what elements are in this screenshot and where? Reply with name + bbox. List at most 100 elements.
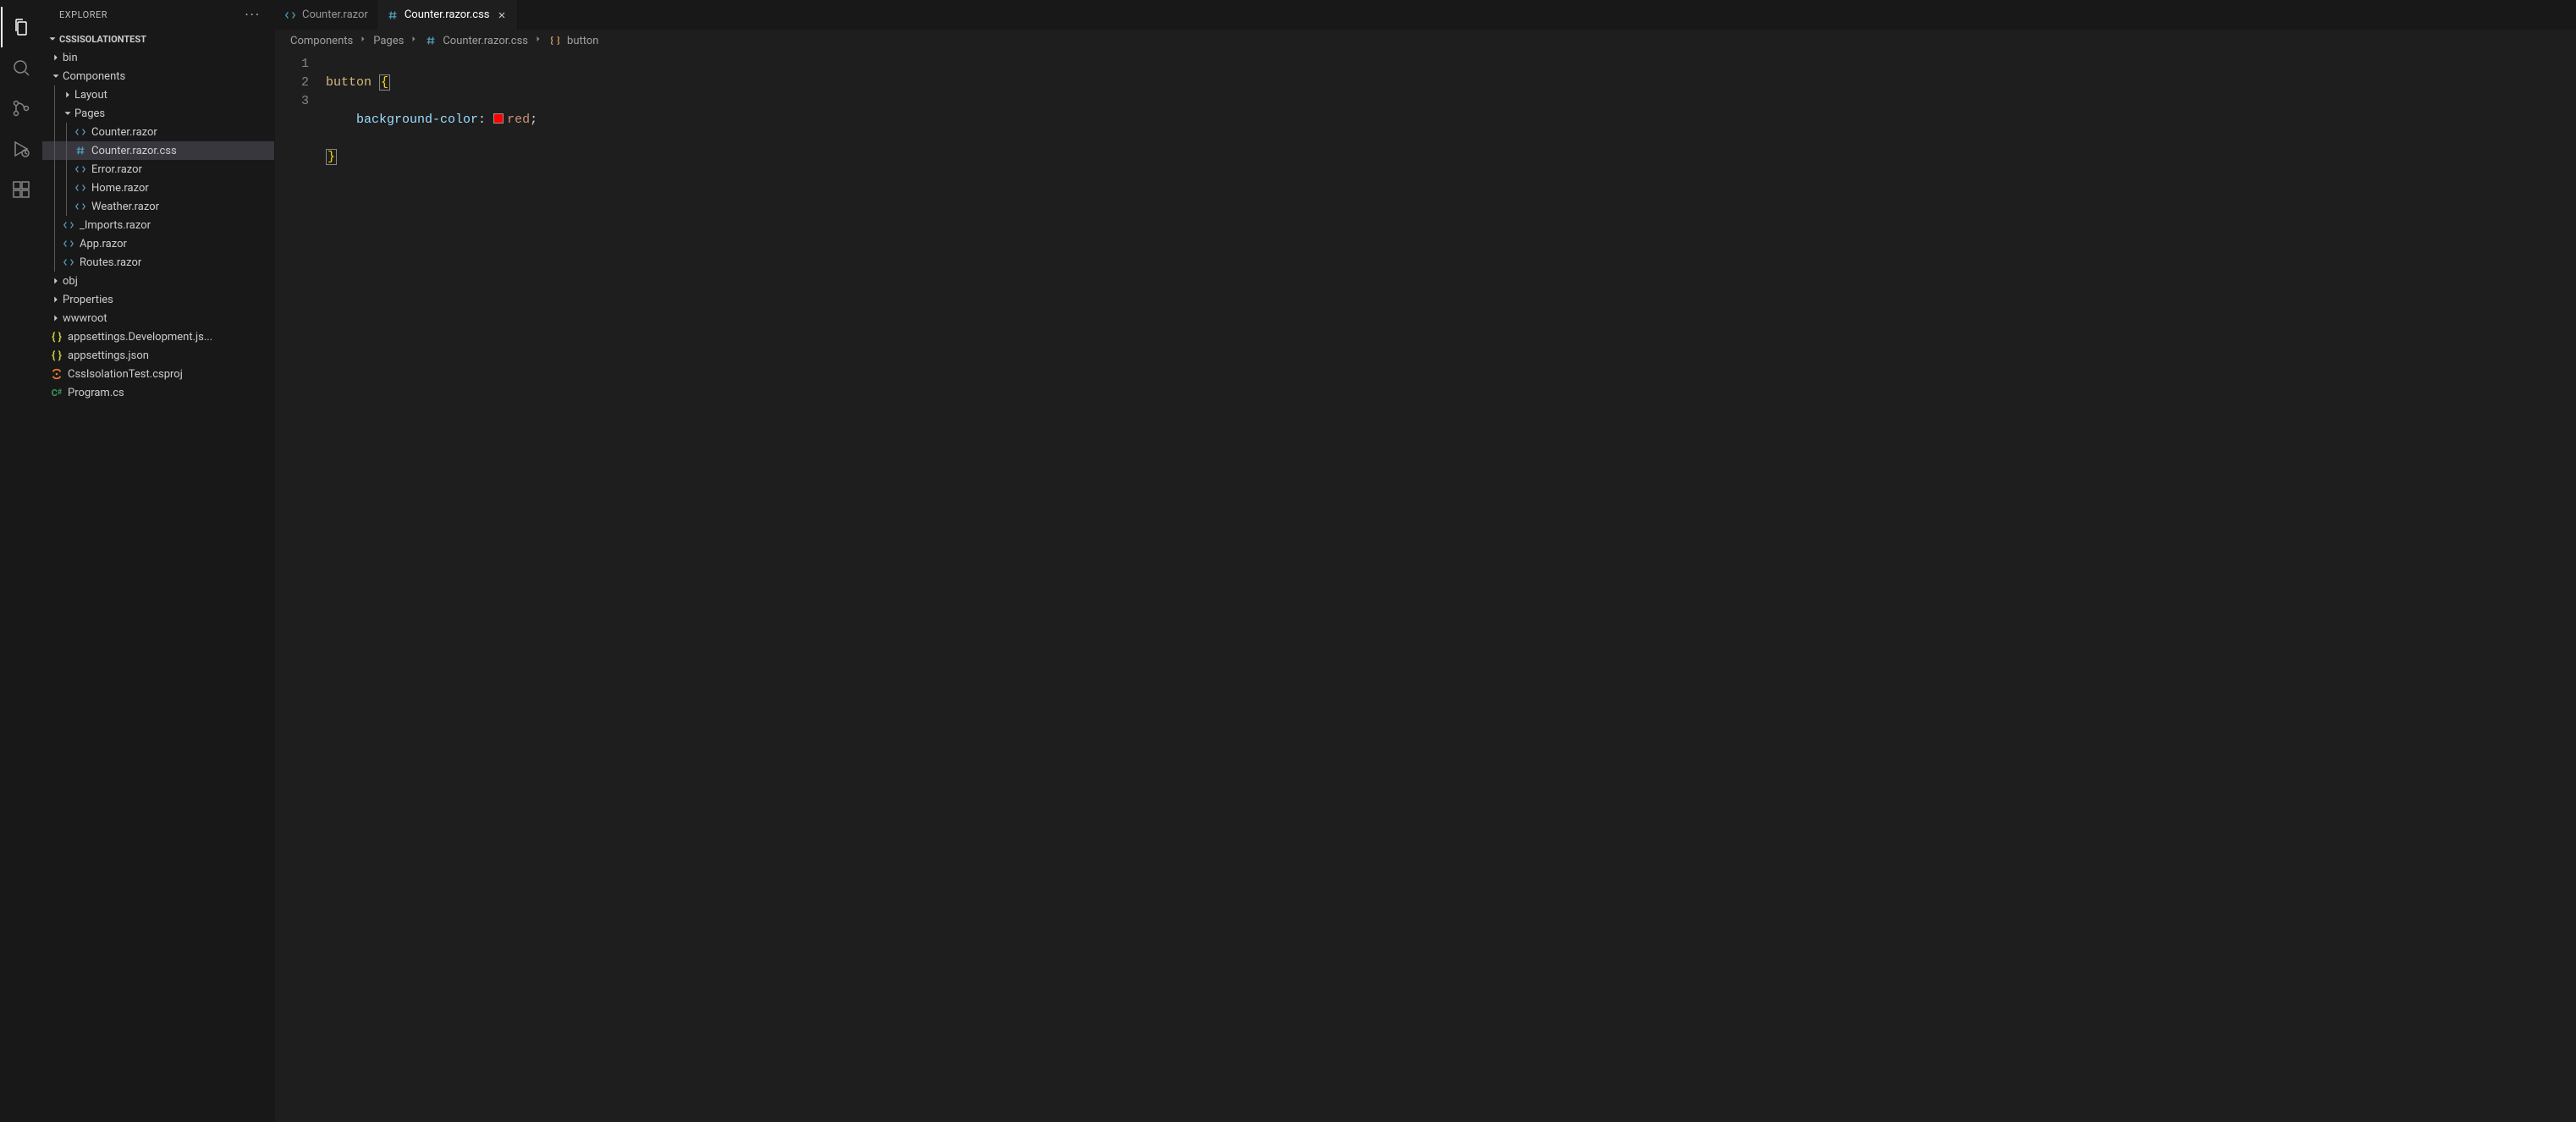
tree-file[interactable]: { } appsettings.Development.js... bbox=[42, 327, 274, 346]
file-tree: bin Components Layout Pages Counter.razor Cou… bbox=[42, 48, 274, 1122]
chevron-down-icon bbox=[61, 107, 74, 119]
code-file-icon bbox=[73, 201, 88, 212]
editor-tab[interactable]: Counter.razor bbox=[275, 0, 377, 30]
code-file-icon bbox=[61, 238, 76, 250]
cs-file-icon: C# bbox=[49, 388, 64, 399]
tree-file[interactable]: C# Program.cs bbox=[42, 383, 274, 402]
activity-extensions-icon[interactable] bbox=[1, 169, 41, 210]
project-name: CSSISOLATIONTEST bbox=[59, 34, 146, 45]
activity-explorer-icon[interactable] bbox=[1, 7, 41, 47]
tree-item-label: Weather.razor bbox=[91, 201, 159, 213]
tree-file[interactable]: Error.razor bbox=[42, 160, 274, 179]
tree-folder[interactable]: Components bbox=[42, 67, 274, 85]
chevron-down-icon bbox=[46, 33, 59, 45]
breadcrumb-separator-icon bbox=[533, 34, 543, 47]
explorer-sidebar: EXPLORER ··· CSSISOLATIONTEST bin Compone… bbox=[42, 0, 275, 1122]
hash-file-icon bbox=[73, 145, 88, 157]
tree-item-label: Counter.razor.css bbox=[91, 145, 177, 157]
tree-folder[interactable]: wwwroot bbox=[42, 309, 274, 327]
tree-file[interactable]: Counter.razor.css bbox=[42, 141, 274, 160]
code-token-colon: : bbox=[478, 113, 486, 127]
tree-file[interactable]: CssIsolationTest.csproj bbox=[42, 365, 274, 383]
tree-item-label: _Imports.razor bbox=[80, 219, 151, 232]
tree-item-label: Counter.razor bbox=[91, 126, 157, 139]
tree-folder[interactable]: Layout bbox=[42, 85, 274, 104]
tree-item-label: obj bbox=[63, 275, 78, 288]
hash-file-icon bbox=[386, 9, 399, 21]
line-number: 1 bbox=[275, 55, 309, 74]
tab-label: Counter.razor bbox=[302, 8, 368, 21]
tree-file[interactable]: Routes.razor bbox=[42, 253, 274, 272]
code-token-indent bbox=[326, 113, 356, 127]
chevron-down-icon bbox=[49, 70, 63, 82]
activity-search-icon[interactable] bbox=[1, 47, 41, 88]
code-file-icon bbox=[73, 182, 88, 194]
tree-folder[interactable]: bin bbox=[42, 48, 274, 67]
chevron-right-icon bbox=[61, 89, 74, 101]
tab-bar: Counter.razor Counter.razor.css bbox=[275, 0, 2576, 30]
editor-area: Counter.razor Counter.razor.css Component… bbox=[275, 0, 2576, 1122]
code-token-property: background-color bbox=[356, 113, 478, 127]
tree-item-label: Components bbox=[63, 70, 125, 83]
tree-item-label: appsettings.json bbox=[68, 349, 149, 362]
breadcrumb-item[interactable]: Components bbox=[290, 35, 353, 47]
json-file-icon: { } bbox=[49, 331, 64, 344]
breadcrumb-item[interactable]: button bbox=[567, 35, 598, 47]
tree-folder[interactable]: obj bbox=[42, 272, 274, 290]
tree-file[interactable]: App.razor bbox=[42, 234, 274, 253]
chevron-right-icon bbox=[49, 275, 63, 287]
code-file-icon bbox=[61, 219, 76, 231]
json-file-icon: { } bbox=[49, 349, 64, 362]
tree-folder[interactable]: Properties bbox=[42, 290, 274, 309]
tree-item-label: bin bbox=[63, 52, 78, 64]
activity-run-debug-icon[interactable] bbox=[1, 129, 41, 169]
color-swatch-icon[interactable] bbox=[493, 113, 504, 124]
breadcrumb-separator-icon bbox=[358, 34, 368, 47]
sidebar-title: EXPLORER bbox=[59, 9, 107, 20]
code-token-brace: { bbox=[379, 74, 390, 91]
line-number: 3 bbox=[275, 92, 309, 111]
tree-item-label: Home.razor bbox=[91, 182, 149, 195]
tree-file[interactable]: _Imports.razor bbox=[42, 216, 274, 234]
tree-file[interactable]: Counter.razor bbox=[42, 123, 274, 141]
hash-file-icon bbox=[424, 35, 438, 47]
tree-item-label: Routes.razor bbox=[80, 256, 141, 269]
code-editor[interactable]: 1 2 3 button { background-color: red; } bbox=[275, 52, 2576, 1122]
activity-source-control-icon[interactable] bbox=[1, 88, 41, 129]
css-rule-symbol-icon bbox=[548, 35, 562, 47]
editor-tab[interactable]: Counter.razor.css bbox=[377, 0, 518, 30]
close-icon[interactable] bbox=[495, 10, 509, 20]
chevron-right-icon bbox=[49, 52, 63, 63]
tree-folder[interactable]: Pages bbox=[42, 104, 274, 123]
tree-file[interactable]: Weather.razor bbox=[42, 197, 274, 216]
chevron-right-icon bbox=[49, 312, 63, 324]
code-token-selector: button bbox=[326, 75, 372, 90]
chevron-right-icon bbox=[49, 294, 63, 305]
code-content[interactable]: button { background-color: red; } bbox=[326, 52, 537, 1122]
tree-item-label: Pages bbox=[74, 107, 105, 120]
project-section-header[interactable]: CSSISOLATIONTEST bbox=[42, 30, 274, 48]
breadcrumb-item[interactable]: Pages bbox=[373, 35, 404, 47]
line-number: 2 bbox=[275, 74, 309, 92]
tree-item-label: App.razor bbox=[80, 238, 127, 250]
code-token-semicolon: ; bbox=[530, 113, 537, 127]
tree-item-label: appsettings.Development.js... bbox=[68, 331, 212, 344]
sidebar-header: EXPLORER ··· bbox=[42, 0, 274, 30]
code-file-icon bbox=[73, 163, 88, 175]
tree-file[interactable]: Home.razor bbox=[42, 179, 274, 197]
tree-item-label: Error.razor bbox=[91, 163, 142, 176]
sidebar-more-icon[interactable]: ··· bbox=[245, 7, 261, 23]
breadcrumb-item[interactable]: Counter.razor.css bbox=[443, 35, 528, 47]
breadcrumb[interactable]: Components Pages Counter.razor.css button bbox=[275, 30, 2576, 52]
tree-file[interactable]: { } appsettings.json bbox=[42, 346, 274, 365]
tree-item-label: Properties bbox=[63, 294, 113, 306]
code-file-icon bbox=[61, 256, 76, 268]
tree-item-label: Program.cs bbox=[68, 387, 124, 399]
tab-label: Counter.razor.css bbox=[405, 8, 490, 21]
activity-bar bbox=[0, 0, 42, 1122]
code-token-brace: } bbox=[326, 149, 337, 165]
code-token-value: red bbox=[507, 113, 530, 127]
tree-item-label: wwwroot bbox=[63, 312, 107, 325]
csproj-file-icon bbox=[49, 368, 64, 380]
code-file-icon bbox=[283, 9, 297, 21]
